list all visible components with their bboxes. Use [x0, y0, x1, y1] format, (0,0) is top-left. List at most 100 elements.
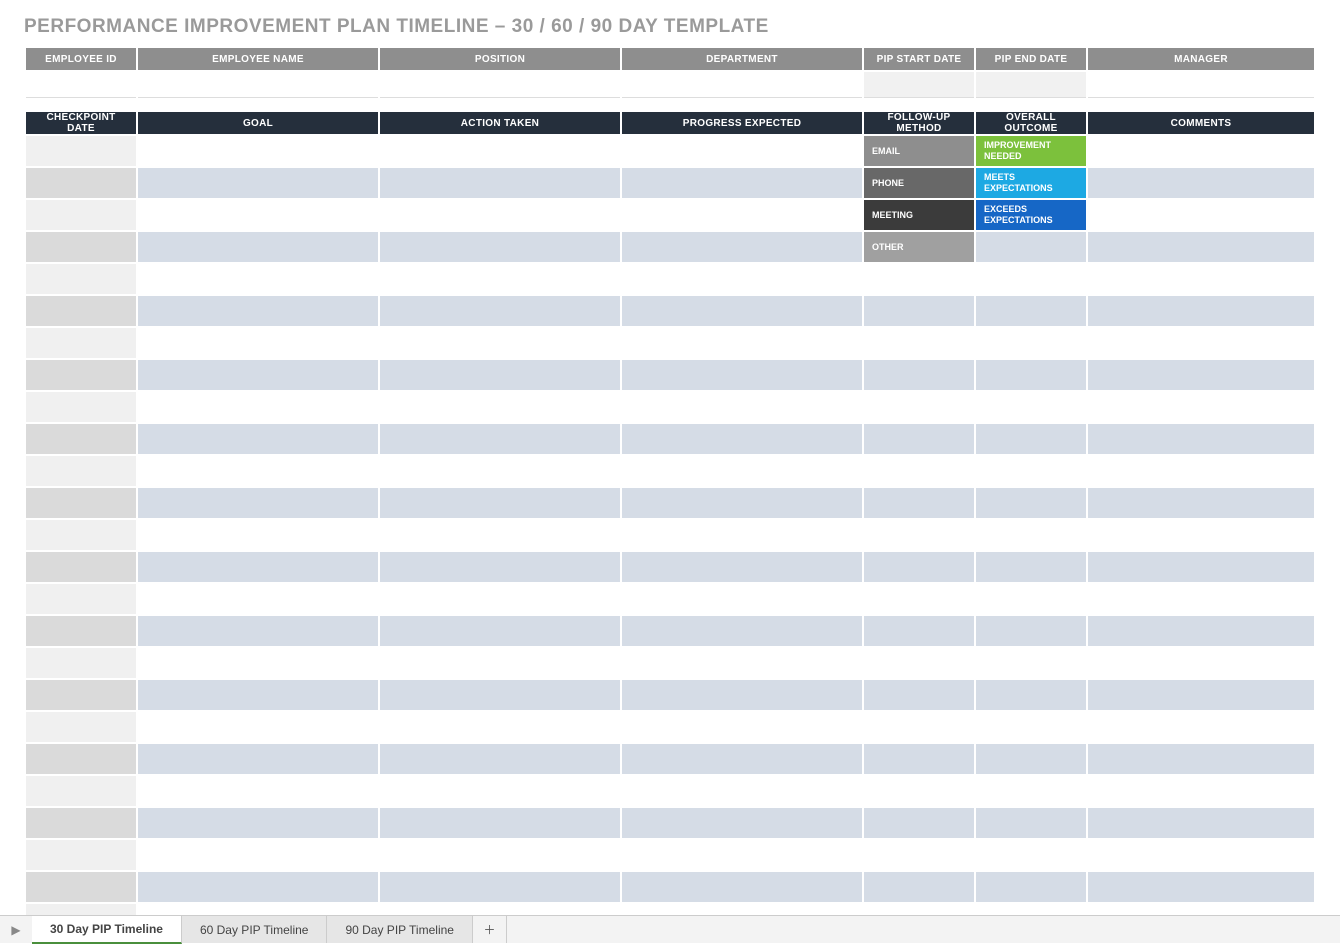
cell-checkpoint-date[interactable] [26, 712, 136, 742]
cell-action[interactable] [380, 808, 620, 838]
cell-action[interactable] [380, 264, 620, 294]
cell-action[interactable] [380, 168, 620, 198]
cell-checkpoint-date[interactable] [26, 232, 136, 262]
cell-followup[interactable] [864, 584, 974, 614]
cell-action[interactable] [380, 552, 620, 582]
cell-action[interactable] [380, 456, 620, 486]
cell-followup[interactable] [864, 456, 974, 486]
cell-comments[interactable] [1088, 808, 1314, 838]
followup-option-phone[interactable]: PHONE [864, 168, 974, 198]
tab-90-day[interactable]: 90 Day PIP Timeline [327, 916, 473, 943]
cell-manager[interactable] [1088, 72, 1314, 98]
cell-goal[interactable] [138, 488, 378, 518]
cell-followup[interactable] [864, 296, 974, 326]
cell-comments[interactable] [1088, 552, 1314, 582]
cell-progress[interactable] [622, 744, 862, 774]
cell-progress[interactable] [622, 200, 862, 230]
cell-action[interactable] [380, 392, 620, 422]
cell-comments[interactable] [1088, 296, 1314, 326]
cell-comments[interactable] [1088, 232, 1314, 262]
cell-checkpoint-date[interactable] [26, 392, 136, 422]
cell-checkpoint-date[interactable] [26, 744, 136, 774]
cell-progress[interactable] [622, 520, 862, 550]
cell-goal[interactable] [138, 584, 378, 614]
cell-action[interactable] [380, 232, 620, 262]
cell-action[interactable] [380, 616, 620, 646]
cell-progress[interactable] [622, 712, 862, 742]
cell-checkpoint-date[interactable] [26, 680, 136, 710]
cell-outcome[interactable] [976, 264, 1086, 294]
cell-outcome[interactable] [976, 872, 1086, 902]
cell-goal[interactable] [138, 680, 378, 710]
cell-comments[interactable] [1088, 712, 1314, 742]
cell-progress[interactable] [622, 840, 862, 870]
cell-comments[interactable] [1088, 840, 1314, 870]
cell-checkpoint-date[interactable] [26, 808, 136, 838]
cell-followup[interactable] [864, 424, 974, 454]
cell-followup[interactable] [864, 392, 974, 422]
cell-checkpoint-date[interactable] [26, 424, 136, 454]
cell-checkpoint-date[interactable] [26, 520, 136, 550]
cell-action[interactable] [380, 296, 620, 326]
cell-department[interactable] [622, 72, 862, 98]
cell-comments[interactable] [1088, 584, 1314, 614]
cell-action[interactable] [380, 200, 620, 230]
cell-comments[interactable] [1088, 392, 1314, 422]
cell-goal[interactable] [138, 296, 378, 326]
cell-followup[interactable] [864, 872, 974, 902]
cell-goal[interactable] [138, 200, 378, 230]
cell-progress[interactable] [622, 328, 862, 358]
cell-followup[interactable] [864, 360, 974, 390]
cell-progress[interactable] [622, 488, 862, 518]
cell-outcome[interactable] [976, 488, 1086, 518]
cell-action[interactable] [380, 328, 620, 358]
cell-goal[interactable] [138, 232, 378, 262]
cell-action[interactable] [380, 520, 620, 550]
tab-30-day[interactable]: 30 Day PIP Timeline [32, 916, 182, 944]
followup-option-email[interactable]: EMAIL [864, 136, 974, 166]
cell-outcome[interactable] [976, 392, 1086, 422]
cell-progress[interactable] [622, 584, 862, 614]
cell-comments[interactable] [1088, 328, 1314, 358]
cell-goal[interactable] [138, 616, 378, 646]
cell-followup[interactable] [864, 520, 974, 550]
cell-employee-id[interactable] [26, 72, 136, 98]
cell-progress[interactable] [622, 680, 862, 710]
cell-comments[interactable] [1088, 488, 1314, 518]
cell-action[interactable] [380, 712, 620, 742]
cell-progress[interactable] [622, 552, 862, 582]
cell-goal[interactable] [138, 552, 378, 582]
cell-action[interactable] [380, 680, 620, 710]
cell-checkpoint-date[interactable] [26, 264, 136, 294]
cell-progress[interactable] [622, 872, 862, 902]
cell-comments[interactable] [1088, 616, 1314, 646]
cell-followup[interactable] [864, 616, 974, 646]
cell-checkpoint-date[interactable] [26, 584, 136, 614]
cell-outcome[interactable] [976, 232, 1086, 262]
cell-checkpoint-date[interactable] [26, 552, 136, 582]
cell-outcome[interactable] [976, 456, 1086, 486]
sheet-scroll-right-icon[interactable]: ▶ [0, 916, 32, 943]
cell-action[interactable] [380, 360, 620, 390]
cell-goal[interactable] [138, 808, 378, 838]
cell-followup[interactable] [864, 776, 974, 806]
cell-action[interactable] [380, 424, 620, 454]
cell-goal[interactable] [138, 328, 378, 358]
cell-outcome[interactable] [976, 744, 1086, 774]
add-sheet-button[interactable]: ＋ [473, 916, 507, 943]
cell-followup[interactable] [864, 648, 974, 678]
cell-goal[interactable] [138, 456, 378, 486]
cell-goal[interactable] [138, 744, 378, 774]
cell-comments[interactable] [1088, 264, 1314, 294]
cell-outcome[interactable] [976, 520, 1086, 550]
cell-checkpoint-date[interactable] [26, 296, 136, 326]
cell-goal[interactable] [138, 360, 378, 390]
cell-comments[interactable] [1088, 872, 1314, 902]
cell-comments[interactable] [1088, 680, 1314, 710]
cell-outcome[interactable] [976, 360, 1086, 390]
outcome-option-improvement[interactable]: IMPROVEMENT NEEDED [976, 136, 1086, 166]
cell-action[interactable] [380, 776, 620, 806]
cell-action[interactable] [380, 872, 620, 902]
cell-checkpoint-date[interactable] [26, 200, 136, 230]
cell-outcome[interactable] [976, 840, 1086, 870]
